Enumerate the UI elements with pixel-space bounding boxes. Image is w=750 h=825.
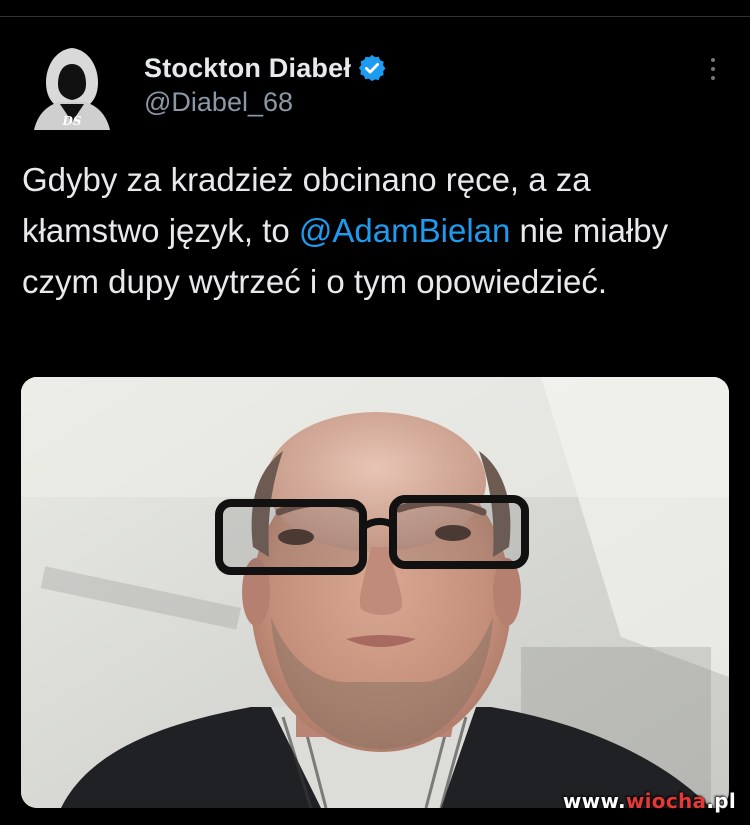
avatar-monogram: DS	[61, 114, 81, 128]
tweet-media-photo[interactable]	[21, 377, 729, 808]
hooded-figure-avatar-icon: DS	[20, 42, 124, 130]
portrait-photo	[21, 377, 729, 808]
verified-badge-icon	[358, 54, 386, 82]
watermark-prefix: www.	[562, 789, 626, 813]
tweet-text: Gdyby za kradzież obcinano ręce, a za kł…	[22, 154, 702, 307]
author-handle[interactable]: @Diabel_68	[144, 87, 293, 118]
author-name-row[interactable]: Stockton Diabeł	[144, 50, 387, 86]
avatar[interactable]: DS	[20, 42, 124, 130]
author-display-name[interactable]: Stockton Diabeł	[144, 53, 351, 84]
watermark-suffix: .pl	[706, 789, 736, 813]
top-divider	[0, 16, 750, 17]
tweet-mention-link[interactable]: @AdamBielan	[299, 212, 510, 249]
watermark-accent: wiocha	[625, 789, 707, 813]
site-watermark: www.wiocha.pl	[563, 789, 736, 813]
more-vertical-icon[interactable]	[702, 58, 724, 84]
